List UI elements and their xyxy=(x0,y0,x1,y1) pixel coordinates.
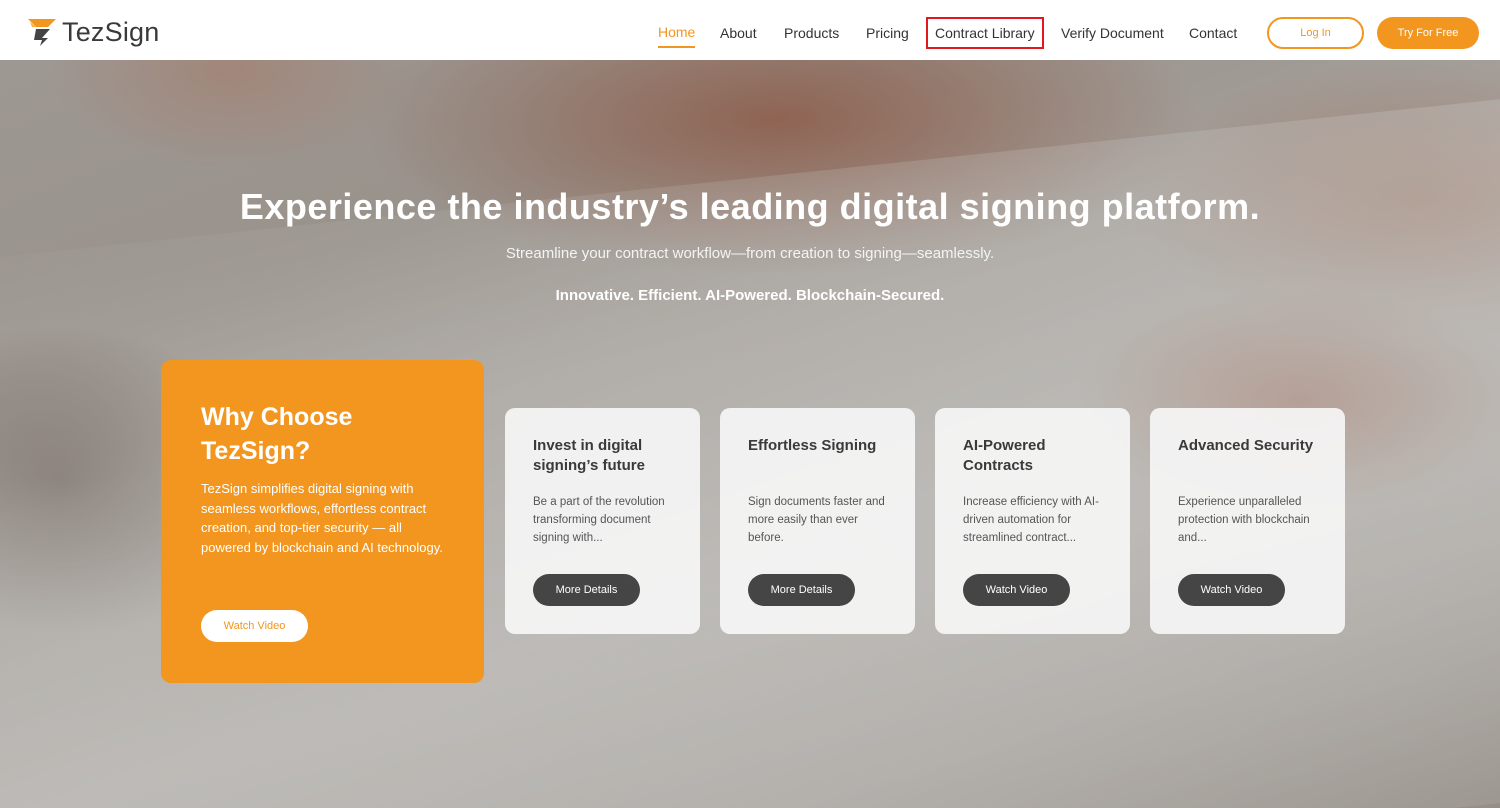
nav-item-pricing[interactable]: Pricing xyxy=(866,25,909,41)
site-header: TezSign Home About Products Pricing Cont… xyxy=(0,0,1500,60)
feature-card-security: Advanced Security Experience unparallele… xyxy=(1150,408,1345,634)
hero-subtitle: Streamline your contract workflow—from c… xyxy=(505,245,995,262)
hero-section: Experience the industry’s leading digita… xyxy=(0,60,1500,808)
card-text: Be a part of the revolution transforming… xyxy=(533,496,665,544)
nav-active-underline xyxy=(658,46,695,48)
try-for-free-button[interactable]: Try For Free xyxy=(1377,17,1479,49)
why-choose-title: Why Choose TezSign? xyxy=(201,403,353,465)
card-title: Invest in digital signing’s future xyxy=(533,437,645,474)
why-choose-text: TezSign simplifies digital signing with … xyxy=(201,481,443,555)
nav-item-verify-document[interactable]: Verify Document xyxy=(1061,25,1164,41)
watch-video-button[interactable]: Watch Video xyxy=(963,574,1070,606)
card-text: Sign documents faster and more easily th… xyxy=(748,496,885,544)
why-watch-video-button[interactable]: Watch Video xyxy=(201,610,308,642)
nav-item-contract-library[interactable]: Contract Library xyxy=(935,25,1035,41)
feature-card-ai-contracts: AI-Powered Contracts Increase efficiency… xyxy=(935,408,1130,634)
hero-tagline: Innovative. Efficient. AI-Powered. Block… xyxy=(555,287,945,304)
feature-card-invest: Invest in digital signing’s future Be a … xyxy=(505,408,700,634)
nav-item-about[interactable]: About xyxy=(720,25,757,41)
login-button[interactable]: Log In xyxy=(1267,17,1364,49)
card-title: AI-Powered Contracts xyxy=(963,437,1046,474)
why-choose-panel: Why Choose TezSign? TezSign simplifies d… xyxy=(161,360,484,683)
nav-item-home[interactable]: Home xyxy=(658,24,695,40)
card-text: Increase efficiency with AI-driven autom… xyxy=(963,496,1099,544)
feature-card-effortless: Effortless Signing Sign documents faster… xyxy=(720,408,915,634)
logo[interactable]: TezSign xyxy=(26,14,159,50)
hero-title: Experience the industry’s leading digita… xyxy=(239,186,1261,227)
card-title: Advanced Security xyxy=(1178,437,1314,454)
watch-video-button[interactable]: Watch Video xyxy=(1178,574,1285,606)
more-details-button[interactable]: More Details xyxy=(748,574,855,606)
card-text: Experience unparalleled protection with … xyxy=(1178,496,1310,544)
more-details-button[interactable]: More Details xyxy=(533,574,640,606)
tezsign-logo-icon xyxy=(28,19,56,46)
nav-item-contact[interactable]: Contact xyxy=(1189,25,1237,41)
nav-item-products[interactable]: Products xyxy=(784,25,839,41)
card-title: Effortless Signing xyxy=(748,437,877,454)
logo-text: TezSign xyxy=(62,16,160,47)
